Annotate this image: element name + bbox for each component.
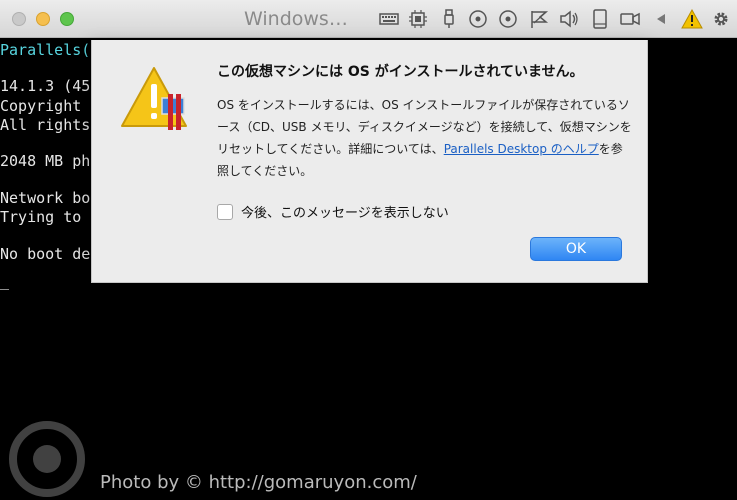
warning-icon[interactable] xyxy=(681,8,703,29)
cpu-icon[interactable] xyxy=(407,9,429,29)
usb-icon[interactable] xyxy=(438,9,460,29)
console-line: Trying to xyxy=(0,208,82,226)
arrow-left-icon[interactable] xyxy=(650,9,672,29)
window-titlebar: Windows… xyxy=(0,0,737,38)
console-cursor: _ xyxy=(0,272,10,290)
gear-icon[interactable] xyxy=(710,9,732,29)
keyboard-icon[interactable] xyxy=(378,9,400,29)
device-icon[interactable] xyxy=(589,9,611,29)
parallels-warning-icon xyxy=(120,64,200,144)
console-line: 2048 MB ph xyxy=(0,152,91,170)
zoom-button[interactable] xyxy=(60,12,74,26)
dont-show-again-checkbox[interactable] xyxy=(217,203,233,220)
minimize-button[interactable] xyxy=(36,12,50,26)
console-line: All rights xyxy=(0,116,91,134)
help-link[interactable]: Parallels Desktop のヘルプ xyxy=(444,142,599,156)
console-line: Network bo xyxy=(0,189,91,207)
camera-icon[interactable] xyxy=(619,9,641,29)
speaker-icon[interactable] xyxy=(558,9,580,29)
watermark-logo xyxy=(8,420,86,498)
close-button[interactable] xyxy=(12,12,26,26)
network-icon[interactable] xyxy=(528,9,550,29)
dont-show-again-row[interactable]: 今後、このメッセージを表示しない xyxy=(217,202,449,221)
ok-button[interactable]: OK xyxy=(530,237,622,261)
console-line: Parallels( xyxy=(0,41,91,59)
console-line: Copyright xyxy=(0,97,82,115)
window-title: Windows… xyxy=(244,8,348,30)
no-os-alert-dialog: この仮想マシンには OS がインストールされていません。 OS をインストールす… xyxy=(91,40,648,283)
console-line: No boot de xyxy=(0,245,91,263)
dont-show-again-label[interactable]: 今後、このメッセージを表示しない xyxy=(241,202,449,221)
console-line: 14.1.3 (45 xyxy=(0,77,91,95)
dialog-message: OS をインストールするには、OS インストールファイルが保存されているソース（… xyxy=(217,94,632,182)
disc2-icon[interactable] xyxy=(497,9,519,29)
watermark-credit: Photo by © http://gomaruyon.com/ xyxy=(100,472,417,493)
disc-icon[interactable] xyxy=(467,9,489,29)
dialog-title: この仮想マシンには OS がインストールされていません。 xyxy=(217,64,584,80)
